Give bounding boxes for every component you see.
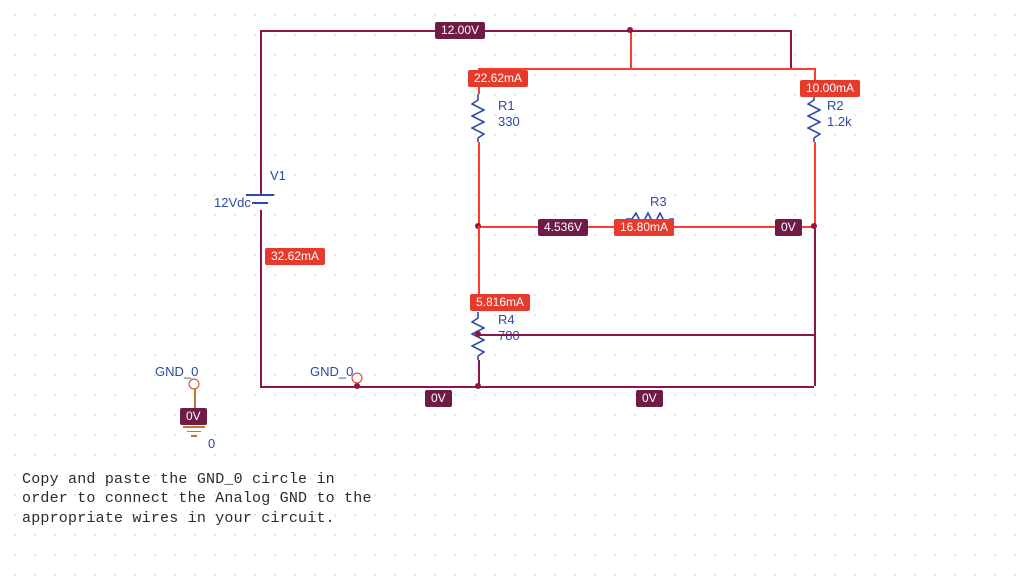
r1-ref: R1 [498,98,515,113]
wire-lower-inner[interactable] [478,334,814,336]
volt-bot1: 0V [425,390,452,407]
wire-tr-stub[interactable] [790,30,792,68]
wire-top-right1[interactable] [630,30,790,32]
volt-midright: 0V [775,219,802,236]
wire-left-upper[interactable] [260,30,262,194]
i-r3: 16.80mA [614,219,674,236]
wire-r2-bot[interactable] [814,142,816,226]
voltage-top: 12.00V [435,22,485,39]
schematic-canvas[interactable]: 12.00V V1 12Vdc 32.62mA 22.62mA R1 330 1… [0,0,1024,578]
node-bot-r4[interactable] [475,383,481,389]
node-lower-l[interactable] [475,331,481,337]
wire-sel-top[interactable] [630,68,815,70]
gnd-label: GND_0 [310,364,353,379]
r2-ref: R2 [827,98,844,113]
v1-ref: V1 [270,168,286,183]
wire-right-bottom[interactable] [814,334,816,386]
r4-ref: R4 [498,312,515,327]
gndex-label: GND_0 [155,364,198,379]
volt-bot2: 0V [636,390,663,407]
node-gnd[interactable] [354,383,360,389]
resistor-r2[interactable] [807,94,821,142]
i-v1: 32.62mA [265,248,325,265]
wire-sel-topleft[interactable] [630,30,632,68]
i-r2: 10.00mA [800,80,860,97]
wire-r1-bot[interactable] [478,142,480,226]
gndex-volt: 0V [180,408,207,425]
gndex-stem [194,388,196,410]
r3-ref: R3 [650,194,667,209]
gnd-port-circuit[interactable] [352,373,363,384]
resistor-r1[interactable] [471,94,485,142]
analog-gnd-icon[interactable] [182,426,206,437]
i-r1: 22.62mA [468,70,528,87]
instruction-text: Copy and paste the GND_0 circle in order… [22,470,372,529]
i-r4: 5.816mA [470,294,530,311]
wire-right-lower[interactable] [814,226,816,334]
v1-val: 12Vdc [214,195,251,210]
wire-bottom[interactable] [260,386,814,388]
r2-val: 1.2k [827,114,852,129]
gndex-zero: 0 [208,436,215,451]
wire-r4-top[interactable] [478,226,480,294]
r4-val: 780 [498,328,520,343]
wire-left-lower[interactable] [260,210,262,386]
node-top[interactable] [627,27,633,33]
volt-midleft: 4.536V [538,219,588,236]
r1-val: 330 [498,114,520,129]
